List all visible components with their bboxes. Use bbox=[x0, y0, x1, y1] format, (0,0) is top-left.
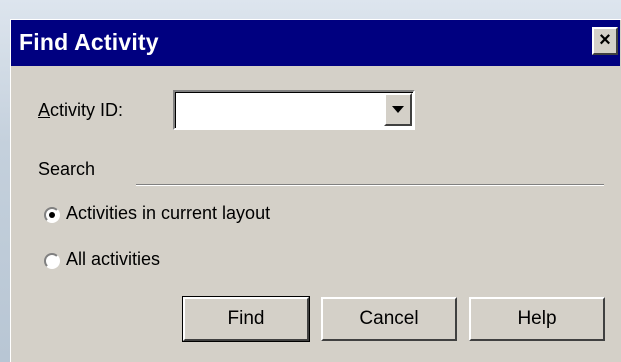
activity-id-combobox[interactable] bbox=[173, 90, 415, 130]
close-button[interactable]: × bbox=[592, 27, 618, 55]
search-group-divider bbox=[136, 184, 604, 186]
radio-all-activities-label[interactable]: All activities bbox=[66, 249, 160, 270]
activity-id-input[interactable] bbox=[175, 92, 413, 128]
activity-id-label-text: ctivity ID: bbox=[50, 100, 124, 120]
title-bar[interactable]: Find Activity × bbox=[11, 20, 620, 66]
search-group-label: Search bbox=[38, 159, 96, 179]
find-button[interactable]: Find bbox=[182, 296, 310, 342]
activity-id-label-mnemonic: A bbox=[38, 100, 51, 120]
help-button[interactable]: Help bbox=[469, 297, 605, 341]
chevron-down-icon[interactable] bbox=[384, 93, 412, 126]
dialog-title: Find Activity bbox=[19, 29, 159, 55]
close-icon: × bbox=[599, 29, 611, 51]
cancel-button[interactable]: Cancel bbox=[321, 297, 457, 341]
find-activity-dialog: Find Activity × Activity ID: Search Acti… bbox=[10, 19, 621, 362]
radio-current-layout[interactable] bbox=[44, 207, 60, 223]
radio-all-activities[interactable] bbox=[44, 253, 60, 269]
radio-current-layout-label[interactable]: Activities in current layout bbox=[66, 203, 270, 224]
activity-id-label: Activity ID: bbox=[38, 100, 123, 121]
